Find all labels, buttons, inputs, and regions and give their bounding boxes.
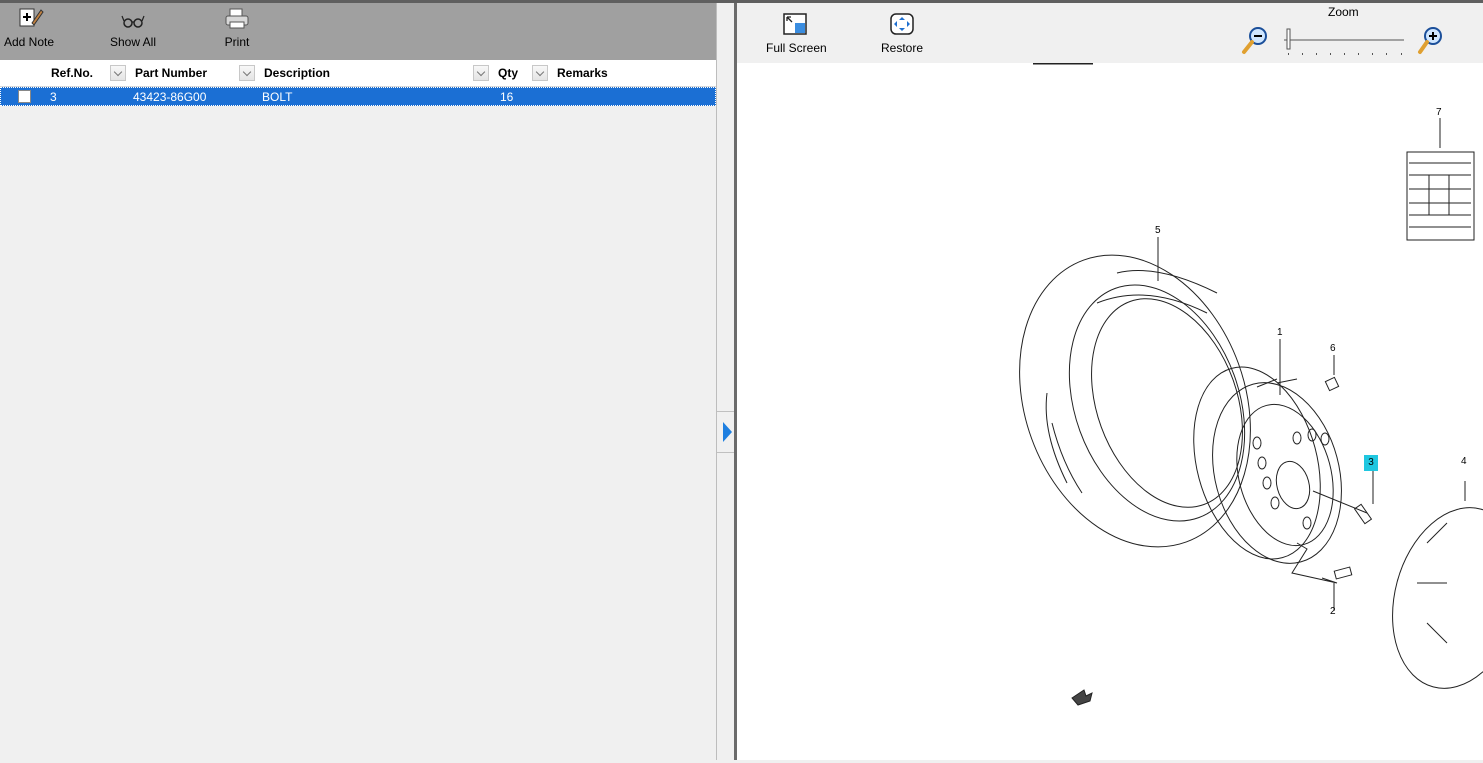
table-row[interactable]: 3 43423-86G00 BOLT 16 <box>0 87 716 106</box>
restore-label: Restore <box>881 41 924 55</box>
callout-6[interactable]: 6 <box>1330 343 1336 354</box>
part-number-filter-dropdown[interactable] <box>239 65 255 81</box>
expand-right-arrow-icon[interactable] <box>723 422 732 442</box>
parts-list-panel: Add Note Show All Print Ref.No. Part Num… <box>0 3 716 760</box>
diagram-toolbar: Full Screen Restore Zoom <box>737 3 1483 63</box>
full-screen-icon <box>783 13 808 35</box>
zoom-in-icon[interactable] <box>1417 25 1447 57</box>
printer-icon <box>225 8 249 29</box>
callout-3-highlighted[interactable]: 3 <box>1364 455 1378 471</box>
panel-splitter[interactable] <box>716 3 737 760</box>
description-filter-dropdown[interactable] <box>473 65 489 81</box>
print-button[interactable]: Print <box>220 7 254 49</box>
wheel-assembly-drawing <box>1019 61 1483 706</box>
show-all-button[interactable]: Show All <box>108 7 158 49</box>
exploded-parts-diagram[interactable]: 7 5 1 6 3 4 2 <box>737 61 1483 760</box>
callout-7[interactable]: 7 <box>1436 107 1442 118</box>
print-label: Print <box>224 35 250 49</box>
diagram-panel: Full Screen Restore Zoom 7 5 1 6 3 4 2 <box>737 3 1483 760</box>
zoom-slider-thumb[interactable] <box>1286 28 1291 50</box>
column-header-remarks[interactable]: Remarks <box>557 66 608 80</box>
column-header-qty[interactable]: Qty <box>498 66 518 80</box>
glasses-icon <box>121 15 145 28</box>
full-screen-label: Full Screen <box>766 41 827 55</box>
grid-header: Ref.No. Part Number Description Qty Rema… <box>0 60 716 87</box>
add-note-icon <box>19 8 44 27</box>
qty-cell: 16 <box>500 90 514 104</box>
zoom-label: Zoom <box>1328 5 1359 19</box>
restore-icon <box>890 13 914 35</box>
callout-5[interactable]: 5 <box>1155 225 1161 236</box>
add-note-button[interactable]: Add Note <box>4 7 54 49</box>
parts-toolbar: Add Note Show All Print <box>0 3 716 60</box>
qty-filter-dropdown[interactable] <box>532 65 548 81</box>
zoom-slider[interactable] <box>1284 27 1408 55</box>
part-number-cell: 43423-86G00 <box>133 90 207 104</box>
collapse-toggle[interactable] <box>717 411 734 453</box>
ref-no-cell: 3 <box>50 90 57 104</box>
callout-4[interactable]: 4 <box>1461 456 1467 467</box>
column-header-ref-no[interactable]: Ref.No. <box>51 66 93 80</box>
full-screen-button[interactable]: Full Screen <box>766 13 827 55</box>
zoom-out-icon[interactable] <box>1240 25 1270 57</box>
show-all-label: Show All <box>109 35 157 49</box>
row-checkbox[interactable] <box>18 90 31 103</box>
callout-1[interactable]: 1 <box>1277 327 1283 338</box>
column-header-description[interactable]: Description <box>264 66 330 80</box>
description-cell: BOLT <box>262 90 293 104</box>
add-note-label: Add Note <box>4 35 55 49</box>
callout-2[interactable]: 2 <box>1330 606 1336 617</box>
restore-button[interactable]: Restore <box>881 13 923 55</box>
ref-no-filter-dropdown[interactable] <box>110 65 126 81</box>
column-header-part-number[interactable]: Part Number <box>135 66 207 80</box>
